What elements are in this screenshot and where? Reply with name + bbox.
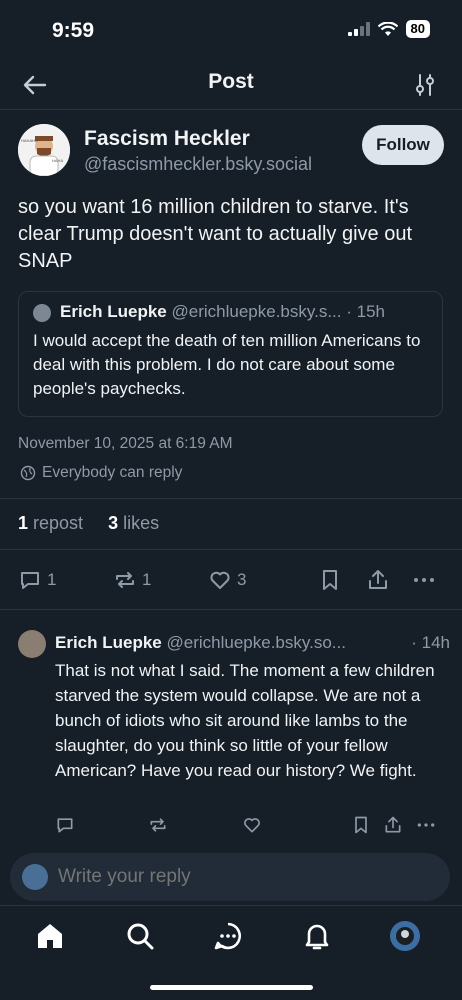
reply-bookmark-button[interactable]: [351, 815, 371, 835]
reply-setting: Everybody can reply: [20, 464, 182, 482]
tab-search[interactable]: [124, 920, 156, 952]
share-button[interactable]: [366, 568, 390, 592]
post-stats: 1 repost 3 likes: [0, 498, 462, 550]
reply-count: 1: [47, 570, 57, 589]
svg-text:HAHA: HAHA: [52, 158, 63, 163]
tab-profile[interactable]: [389, 920, 421, 952]
repost-label[interactable]: repost: [33, 513, 83, 533]
reply-icon: [57, 818, 73, 833]
status-time: 9:59: [52, 19, 95, 42]
home-icon: [38, 924, 62, 948]
wifi-icon: [377, 21, 398, 37]
post-text: so you want 16 million children to starv…: [18, 196, 413, 272]
more-icon: [414, 578, 434, 582]
top-header: Post: [0, 60, 462, 110]
bookmark-button[interactable]: [318, 568, 342, 592]
quote-author-handle: @erichluepke.bsky.s...: [171, 302, 342, 321]
composer-avatar: [22, 864, 48, 890]
status-icons: 80: [347, 20, 430, 38]
tab-chat[interactable]: [212, 920, 244, 952]
home-indicator: [150, 985, 313, 990]
tab-notifications[interactable]: [301, 920, 333, 952]
search-icon: [127, 923, 154, 950]
reply-input[interactable]: [58, 853, 428, 901]
reply-author-name[interactable]: Erich Luepke: [55, 633, 162, 652]
reply-text: That is not what I said. The moment a fe…: [55, 661, 435, 780]
author-handle[interactable]: @fascismheckler.bsky.social: [84, 154, 312, 175]
page-title: Post: [208, 70, 254, 93]
repost-action-count: 1: [142, 570, 152, 589]
filter-icon: [416, 74, 434, 96]
quote-author-avatar: [33, 304, 51, 322]
profile-avatar: [390, 921, 420, 951]
post-actions: 1 1 3: [0, 550, 462, 610]
quote-text: I would accept the death of ten million …: [33, 331, 421, 398]
repost-count[interactable]: 1: [18, 513, 28, 533]
thread-options-button[interactable]: [412, 70, 438, 100]
quoted-post[interactable]: Erich Luepke @erichluepke.bsky.s... · 15…: [18, 291, 443, 417]
share-icon: [385, 816, 401, 833]
reply-reply-button[interactable]: [55, 815, 75, 835]
reply-icon: [21, 572, 39, 589]
heart-icon: [244, 818, 260, 833]
reply-time: · 14h: [411, 633, 450, 652]
reply-meta: Erich Luepke @erichluepke.bsky.so... · 1…: [55, 633, 450, 653]
reply-actions: [55, 815, 450, 839]
svg-text:HAHAHA: HAHAHA: [21, 138, 38, 143]
reply-share-button[interactable]: [383, 815, 403, 835]
like-button[interactable]: 3: [208, 568, 246, 592]
battery-indicator: 80: [405, 20, 430, 38]
like-count[interactable]: 3: [108, 513, 118, 533]
follow-button[interactable]: Follow: [362, 125, 444, 165]
like-action-count: 3: [237, 570, 247, 589]
author-avatar[interactable]: HAHAHA HAHA: [18, 124, 70, 176]
bookmark-icon: [355, 816, 367, 834]
reply-author-handle[interactable]: @erichluepke.bsky.so...: [167, 633, 346, 652]
reply-setting-label: Everybody can reply: [42, 464, 183, 481]
like-label[interactable]: likes: [123, 513, 159, 533]
reply-more-button[interactable]: [415, 815, 437, 835]
repost-icon: [150, 818, 166, 832]
quote-meta: Erich Luepke @erichluepke.bsky.s... · 15…: [60, 302, 435, 322]
status-bar: 9:59 80: [0, 0, 462, 60]
heart-icon: [210, 571, 230, 589]
quote-author-name: Erich Luepke: [60, 302, 167, 321]
globe-icon: [20, 465, 36, 481]
author-name[interactable]: Fascism Heckler: [84, 127, 250, 151]
repost-button[interactable]: 1: [113, 568, 151, 592]
more-options-button[interactable]: [412, 568, 436, 592]
share-icon: [369, 570, 387, 589]
reply-button[interactable]: 1: [18, 568, 56, 592]
signal-icon: [347, 22, 370, 36]
reply-composer[interactable]: [10, 853, 450, 901]
reply-author-avatar[interactable]: [18, 630, 46, 658]
post-timestamp: November 10, 2025 at 6:19 AM: [18, 435, 233, 452]
bookmark-icon: [323, 570, 337, 590]
more-icon: [417, 823, 435, 827]
repost-icon: [116, 572, 134, 588]
bell-icon: [305, 924, 329, 950]
reply-like-button[interactable]: [242, 815, 262, 835]
reply-repost-button[interactable]: [148, 815, 168, 835]
chat-icon: [214, 922, 241, 950]
tab-home[interactable]: [34, 920, 66, 952]
quote-time: · 15h: [346, 302, 385, 321]
